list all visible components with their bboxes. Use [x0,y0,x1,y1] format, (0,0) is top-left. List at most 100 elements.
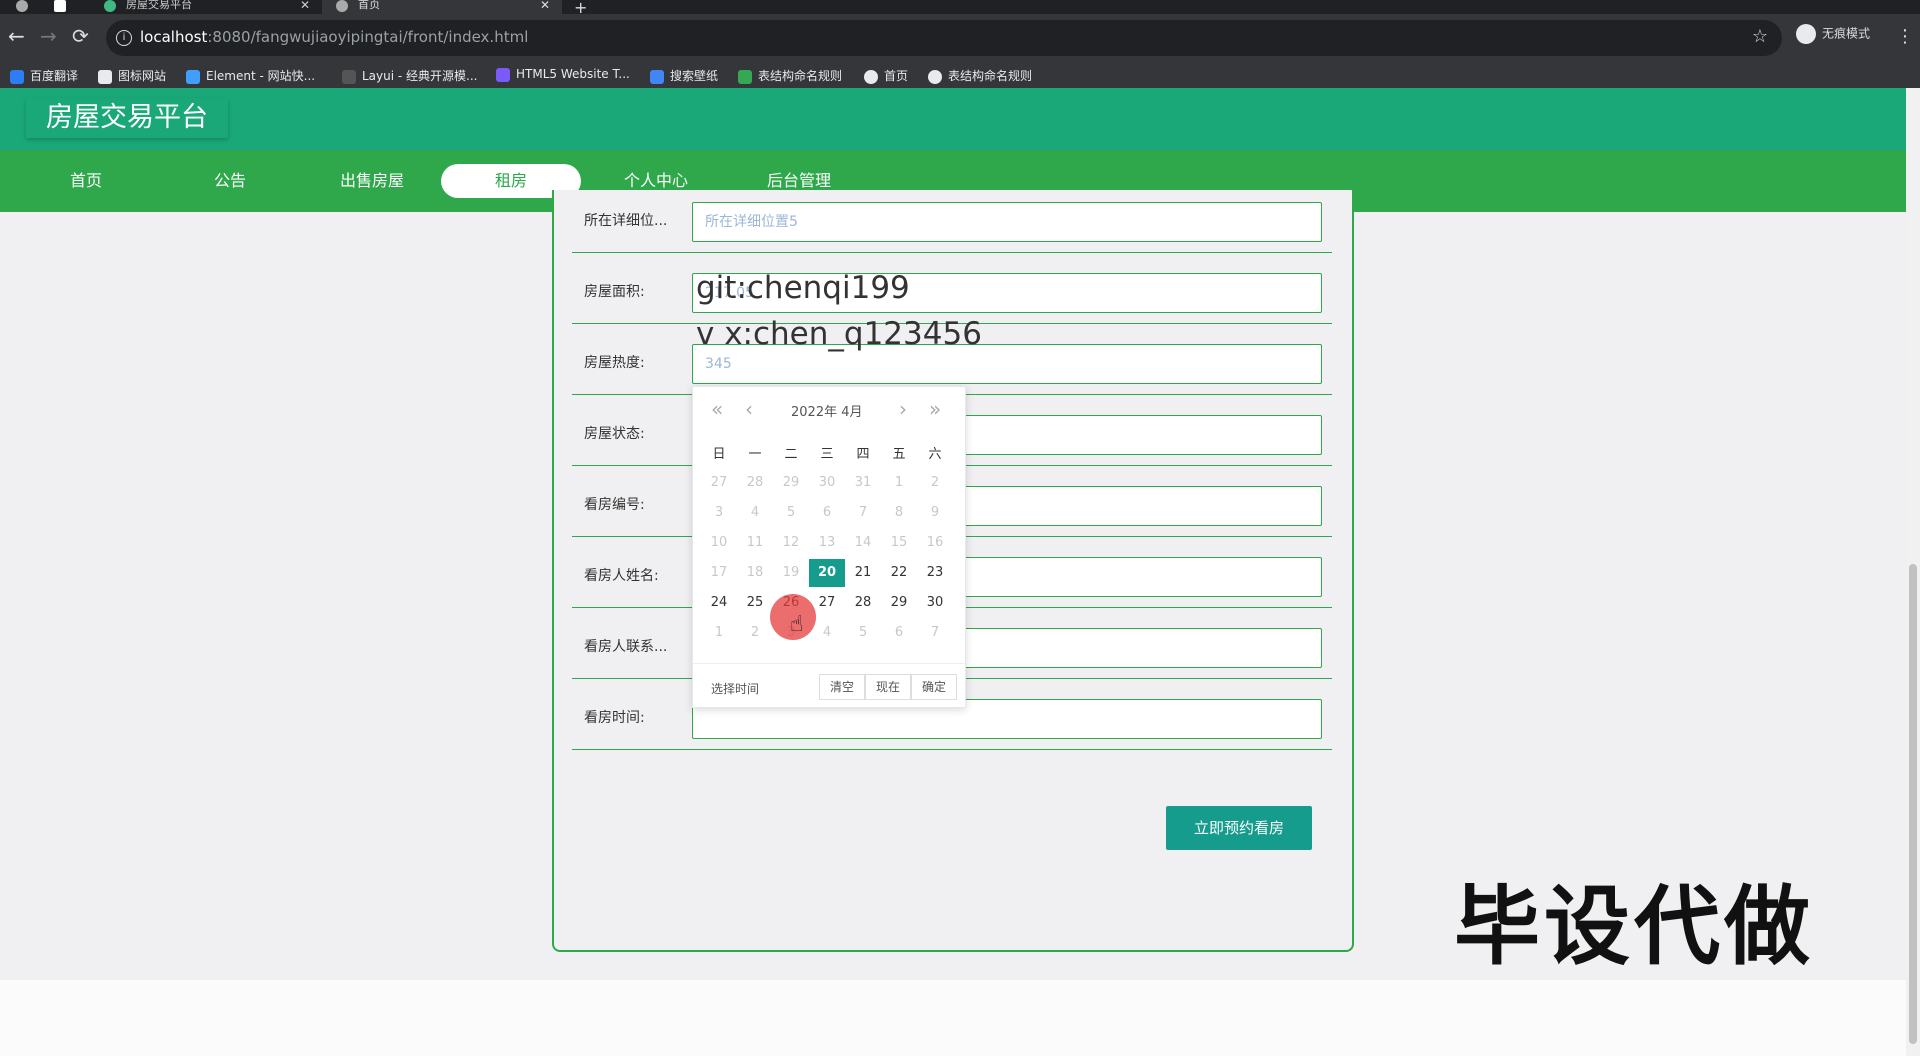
prev-year-icon[interactable]: « [711,397,723,421]
date-cell[interactable]: 29 [773,469,809,497]
date-cell[interactable]: 25 [737,589,773,617]
star-icon[interactable]: ☆ [1752,26,1768,47]
bookmark-item[interactable]: 搜索壁纸 [650,67,718,84]
date-cell[interactable]: 28 [737,469,773,497]
reload-button[interactable]: ⟳ [72,26,89,46]
date-cell[interactable]: 19 [773,559,809,587]
close-icon[interactable]: ✕ [540,0,550,11]
nav-home[interactable]: 首页 [16,164,156,198]
prev-month-icon[interactable]: ‹ [745,397,753,421]
incognito-icon [1796,24,1816,44]
date-cell[interactable]: 18 [737,559,773,587]
bookmark-item[interactable]: 首页 [864,67,908,84]
forward-button[interactable]: → [40,26,57,46]
bookmark-item[interactable]: 图标网站 [98,67,166,84]
bookmark-label: 表结构命名规则 [758,69,843,83]
watermark-git: git:chenqi199 [696,270,910,306]
date-cell[interactable]: 5 [773,499,809,527]
date-cell[interactable]: 1 [701,619,737,647]
tab-home[interactable]: 首页 ✕ [322,0,562,14]
date-cell[interactable]: 22 [881,559,917,587]
date-cell[interactable]: 23 [917,559,953,587]
date-cell[interactable]: 27 [701,469,737,497]
info-icon[interactable]: i [116,30,132,46]
date-cell[interactable]: 13 [809,529,845,557]
bookmark-item[interactable]: 百度翻译 [10,67,78,84]
date-cell[interactable]: 16 [917,529,953,557]
date-cell[interactable]: 10 [701,529,737,557]
field-label: 看房编号: [584,497,645,513]
bookmark-label: 表结构命名规则 [948,69,1033,83]
address-bar[interactable]: i localhost:8080/fangwujiaoyipingtai/fro… [106,20,1782,56]
date-cell[interactable]: 14 [845,529,881,557]
date-cell[interactable]: 3 [701,499,737,527]
bookmark-item[interactable]: HTML5 Website T... [496,67,630,82]
date-cell[interactable]: 31 [845,469,881,497]
globe-icon [864,69,878,84]
date-cell[interactable]: 2 [917,469,953,497]
weekday-label: 三 [820,447,834,462]
tab-label: 房屋交易平台 [126,0,192,11]
date-cell[interactable]: 15 [881,529,917,557]
nav-notice[interactable]: 公告 [160,164,300,198]
close-icon[interactable]: ✕ [300,0,310,11]
url-text: localhost:8080/fangwujiaoyipingtai/front… [140,28,528,46]
field-label: 看房时间: [584,710,645,726]
weekday-header: 日 一 二 三 四 五 六 [693,443,967,467]
weekday-label: 一 [748,447,762,462]
field-label: 看房人联系... [584,639,668,655]
date-cell[interactable]: 4 [737,499,773,527]
date-cell[interactable]: 11 [737,529,773,557]
globe-icon [928,69,942,84]
date-cell[interactable]: 8 [881,499,917,527]
next-month-icon[interactable]: › [899,397,907,421]
sheet-icon [738,69,752,84]
browser-menu-icon[interactable] [6,0,46,14]
browser-chrome: 房屋交易平台 ✕ 首页 ✕ + ← → ⟳ i localhost:8080/f… [0,0,1920,88]
date-cell[interactable]: 7 [845,499,881,527]
date-cell[interactable]: 30 [809,469,845,497]
date-cell[interactable]: 29 [881,589,917,617]
incognito-profile[interactable]: 无痕模式 [1796,24,1870,44]
window-icon[interactable] [50,0,90,14]
bookmarks-bar: 百度翻译 图标网站 Element - 网站快... Layui - 经典开源模… [0,62,1920,88]
date-cell[interactable]: 12 [773,529,809,557]
bookmark-item[interactable]: Layui - 经典开源模... [342,67,477,84]
date-cell[interactable]: 9 [917,499,953,527]
nav-sell-house[interactable]: 出售房屋 [302,164,442,198]
date-cell[interactable]: 6 [809,499,845,527]
now-button[interactable]: 现在 [865,674,911,700]
date-cell[interactable]: 1 [881,469,917,497]
bookmark-item[interactable]: 表结构命名规则 [928,67,1032,84]
year-month-label[interactable]: 2022年 4月 [791,401,863,420]
date-cell[interactable]: 6 [881,619,917,647]
date-cell[interactable]: 21 [845,559,881,587]
back-button[interactable]: ← [8,26,25,46]
scroll-thumb[interactable] [1909,564,1917,1044]
watermark-big-text: 毕设代做 [1454,877,1814,977]
date-cell[interactable]: 17 [701,559,737,587]
url-host: localhost [140,28,208,46]
more-menu-icon[interactable]: ⋮ [1896,26,1914,47]
page-scrollbar[interactable] [1906,88,1920,1056]
date-cell[interactable]: 2 [737,619,773,647]
date-cell[interactable]: 30 [917,589,953,617]
translate-icon [10,69,24,84]
date-cell[interactable]: 20 [809,559,845,587]
book-viewing-button[interactable]: 立即预约看房 [1166,806,1312,850]
next-year-icon[interactable]: » [929,397,941,421]
confirm-button[interactable]: 确定 [911,674,957,700]
bookmark-item[interactable]: 表结构命名规则 [738,67,842,84]
select-time-link[interactable]: 选择时间 [711,680,759,697]
site-title: 房屋交易平台 [26,98,228,138]
date-cell[interactable]: 24 [701,589,737,617]
date-cell[interactable]: 7 [917,619,953,647]
bookmark-item[interactable]: Element - 网站快... [186,67,315,84]
address-field[interactable]: 所在详细位置5 [692,202,1322,242]
field-label: 房屋热度: [584,355,645,371]
date-cell[interactable]: 5 [845,619,881,647]
date-cell[interactable]: 28 [845,589,881,617]
tab-fangwu[interactable]: 房屋交易平台 ✕ [90,0,322,14]
clear-button[interactable]: 清空 [819,674,865,700]
profile-label: 无痕模式 [1822,26,1871,41]
